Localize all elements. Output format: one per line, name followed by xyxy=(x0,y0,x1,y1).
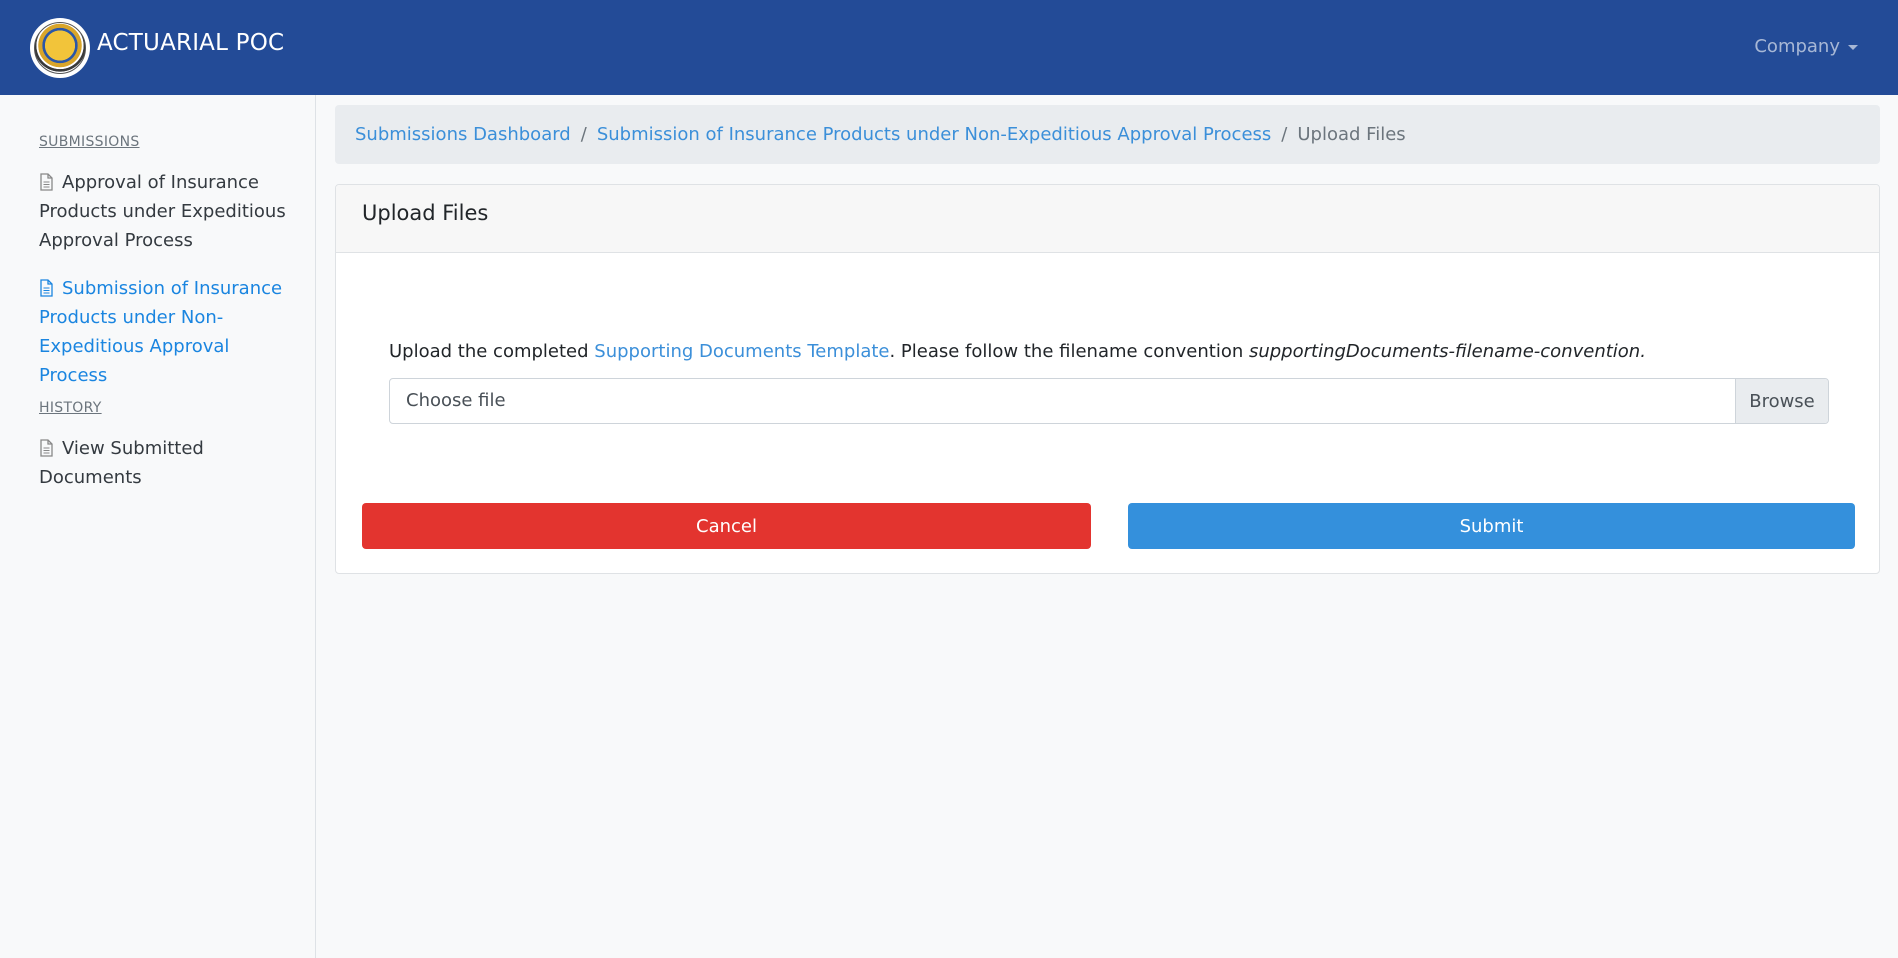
cancel-button[interactable]: Cancel xyxy=(362,503,1091,549)
browse-button[interactable]: Browse xyxy=(1735,379,1828,423)
template-link[interactable]: Supporting Documents Template xyxy=(594,341,889,362)
company-dropdown[interactable]: Company xyxy=(1754,36,1858,57)
document-icon xyxy=(40,439,53,457)
sidebar-item-label: Approval of Insurance Products under Exp… xyxy=(39,172,286,251)
sidebar-heading-history: HISTORY xyxy=(39,400,102,416)
breadcrumb-separator: / xyxy=(580,124,587,145)
sidebar: SUBMISSIONS Approval of Insurance Produc… xyxy=(0,95,316,958)
upload-card: Upload Files Upload the completed Suppor… xyxy=(335,184,1880,574)
logo[interactable] xyxy=(30,18,90,78)
brand-title[interactable]: ACTUARIAL POC xyxy=(97,30,284,56)
sidebar-item-non-expeditious[interactable]: Submission of Insurance Products under N… xyxy=(39,274,289,390)
breadcrumb-separator: / xyxy=(1281,124,1288,145)
filename-convention: supportingDocuments-filename-convention. xyxy=(1248,341,1646,362)
breadcrumb-submissions-dashboard[interactable]: Submissions Dashboard xyxy=(355,124,571,145)
card-title: Upload Files xyxy=(336,185,1879,253)
top-navbar: ACTUARIAL POC Company xyxy=(0,0,1898,95)
company-dropdown-label: Company xyxy=(1754,36,1840,57)
file-input-placeholder[interactable]: Choose file xyxy=(390,379,1735,423)
sidebar-item-view-submitted[interactable]: View Submitted Documents xyxy=(39,434,289,492)
submit-button[interactable]: Submit xyxy=(1128,503,1855,549)
seal-icon xyxy=(34,22,86,74)
instructions-prefix: Upload the completed xyxy=(389,341,595,362)
breadcrumb-non-expeditious[interactable]: Submission of Insurance Products under N… xyxy=(597,124,1271,145)
breadcrumb-current: Upload Files xyxy=(1297,124,1406,145)
upload-instructions: Upload the completed Supporting Document… xyxy=(389,341,1646,362)
document-icon xyxy=(40,173,53,191)
instructions-middle: . Please follow the filename convention xyxy=(889,341,1249,362)
document-icon xyxy=(40,279,53,297)
sidebar-item-label: View Submitted Documents xyxy=(39,438,204,488)
sidebar-item-expeditious[interactable]: Approval of Insurance Products under Exp… xyxy=(39,168,289,255)
sidebar-heading-submissions: SUBMISSIONS xyxy=(39,134,140,150)
file-input[interactable]: Choose file Browse xyxy=(389,378,1829,424)
sidebar-item-label: Submission of Insurance Products under N… xyxy=(39,278,283,386)
breadcrumb: Submissions Dashboard / Submission of In… xyxy=(335,105,1880,164)
caret-down-icon xyxy=(1848,45,1858,50)
